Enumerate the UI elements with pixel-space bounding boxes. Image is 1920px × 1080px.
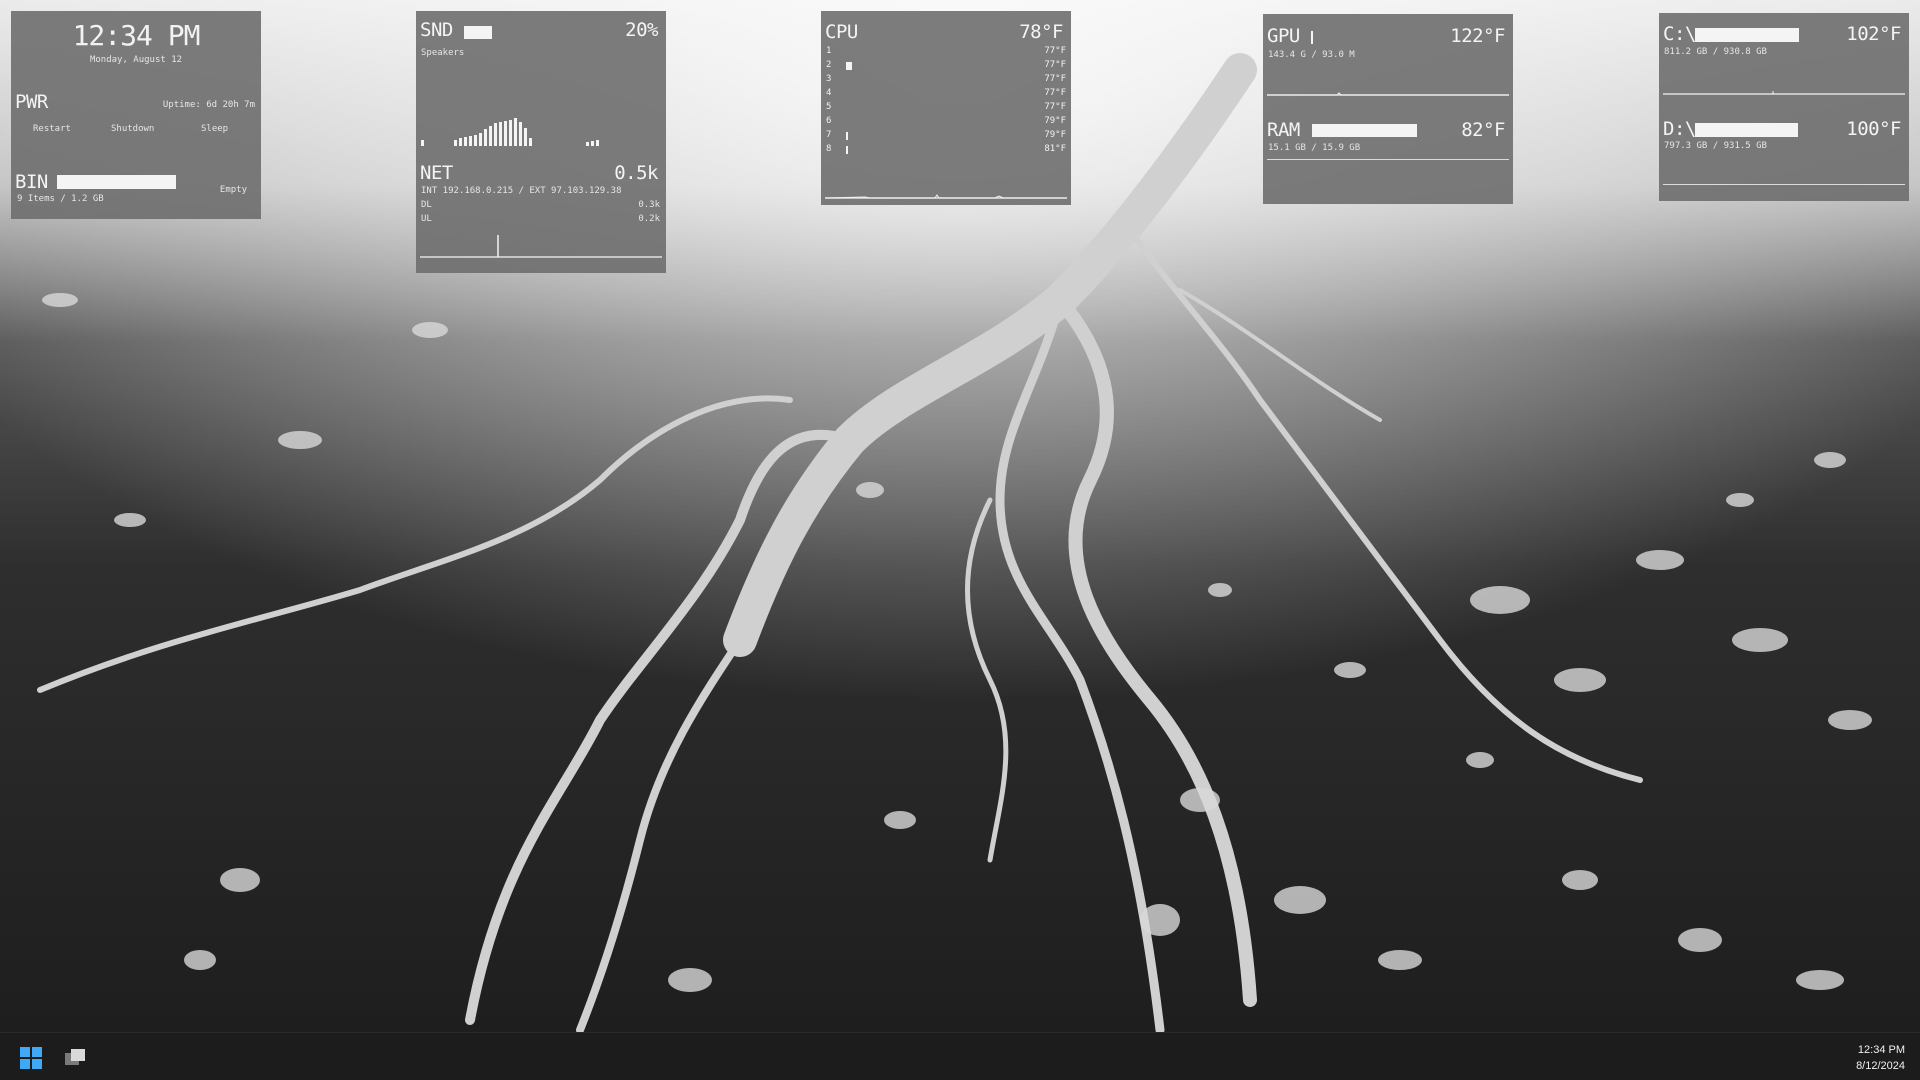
gpu-load-bar <box>1311 31 1313 44</box>
ram-usage: 15.1 GB / 15.9 GB <box>1268 143 1361 153</box>
net-title: NET <box>420 162 453 184</box>
cpu-core-row: 6 79°F <box>826 116 1066 129</box>
cpu-core-row: 7 79°F <box>826 130 1066 143</box>
clock-power-widget: 12:34 PM Monday, August 12 PWR Uptime: 6… <box>11 11 261 219</box>
bin-info: 9 Items / 1.2 GB <box>17 194 104 204</box>
cpu-core-row: 5 77°F <box>826 102 1066 115</box>
gpu-memory: 143.4 G / 93.0 M <box>1268 50 1355 60</box>
restart-button[interactable]: Restart <box>33 124 71 134</box>
cpu-graph <box>825 194 1067 199</box>
drive-c-title: C:\ <box>1663 23 1696 45</box>
sound-network-widget: SND 20% Speakers NET 0.5k INT 192.168.0.… <box>416 11 666 273</box>
bin-title: BIN <box>15 171 48 193</box>
download-value: 0.3k <box>638 200 660 210</box>
ram-usage-bar <box>1312 124 1417 137</box>
cpu-core-row: 2 77°F <box>826 60 1066 73</box>
cpu-core-number: 3 <box>826 74 832 84</box>
task-view-icon[interactable] <box>64 1047 88 1069</box>
drive-c-temp: 102°F <box>1846 23 1901 45</box>
cpu-core-number: 4 <box>826 88 832 98</box>
cpu-title: CPU <box>825 21 858 43</box>
cpu-core-load-bar <box>846 62 852 70</box>
net-rate: 0.5k <box>614 162 658 184</box>
cpu-core-row: 3 77°F <box>826 74 1066 87</box>
cpu-core-temp: 77°F <box>1044 88 1066 98</box>
volume-bar[interactable] <box>464 26 492 39</box>
cpu-core-row: 1 77°F <box>826 46 1066 59</box>
ram-title: RAM <box>1267 119 1300 141</box>
ram-temp: 82°F <box>1461 119 1505 141</box>
cpu-core-load-bar <box>846 132 848 140</box>
bin-usage-bar <box>57 175 176 189</box>
volume-percent: 20% <box>625 19 658 41</box>
shutdown-button[interactable]: Shutdown <box>111 124 154 134</box>
cpu-core-number: 2 <box>826 60 832 70</box>
uptime-label: Uptime: 6d 20h 7m <box>162 100 255 110</box>
cpu-core-list: 1 77°F 2 77°F 3 77°F 4 77°F 5 77°F 6 79°F 7 79°F 8 81°F <box>821 46 1071 166</box>
cpu-core-number: 5 <box>826 102 832 112</box>
cpu-temp: 78°F <box>1019 21 1063 43</box>
power-title: PWR <box>15 91 48 113</box>
taskbar: 12:34 PM 8/12/2024 <box>0 1032 1920 1080</box>
net-addresses: INT 192.168.0.215 / EXT 97.103.129.38 <box>421 186 622 196</box>
drive-c-usage-bar <box>1695 28 1799 42</box>
empty-bin-button[interactable]: Empty <box>220 185 247 195</box>
drives-widget: C:\ 102°F 811.2 GB / 930.8 GB D:\ 100°F … <box>1659 13 1909 201</box>
drive-d-usage-bar <box>1695 123 1798 137</box>
drive-d-graph <box>1663 184 1905 185</box>
drive-c-usage: 811.2 GB / 930.8 GB <box>1664 47 1767 57</box>
cpu-core-temp: 81°F <box>1044 144 1066 154</box>
cpu-core-load-bar <box>846 146 848 154</box>
cpu-core-temp: 77°F <box>1044 102 1066 112</box>
cpu-core-temp: 79°F <box>1044 130 1066 140</box>
taskbar-date: 8/12/2024 <box>1856 1060 1905 1072</box>
cpu-core-temp: 77°F <box>1044 60 1066 70</box>
upload-label: UL <box>421 214 432 224</box>
sound-title: SND <box>420 19 453 41</box>
taskbar-clock[interactable]: 12:34 PM 8/12/2024 <box>1856 1042 1905 1074</box>
gpu-ram-widget: GPU 122°F 143.4 G / 93.0 M RAM 82°F 15.1… <box>1263 14 1513 204</box>
sound-device: Speakers <box>421 48 465 58</box>
gpu-temp: 122°F <box>1450 25 1505 47</box>
sleep-button[interactable]: Sleep <box>201 124 228 134</box>
upload-value: 0.2k <box>638 214 660 224</box>
cpu-core-number: 8 <box>826 144 832 154</box>
drive-d-temp: 100°F <box>1846 118 1901 140</box>
clock-date: Monday, August 12 <box>89 55 183 65</box>
ram-divider <box>1267 159 1509 160</box>
cpu-core-temp: 77°F <box>1044 46 1066 56</box>
gpu-graph <box>1267 92 1509 96</box>
drive-d-usage: 797.3 GB / 931.5 GB <box>1664 141 1767 151</box>
taskbar-time: 12:34 PM <box>1857 1044 1905 1056</box>
cpu-core-number: 6 <box>826 116 832 126</box>
drive-c-graph <box>1663 91 1905 95</box>
cpu-core-row: 8 81°F <box>826 144 1066 157</box>
gpu-title: GPU <box>1267 25 1300 47</box>
cpu-widget: CPU 78°F 1 77°F 2 77°F 3 77°F 4 77°F 5 77°F 6 79°F 7… <box>821 11 1071 205</box>
cpu-core-number: 1 <box>826 46 832 56</box>
cpu-core-number: 7 <box>826 130 832 140</box>
cpu-core-row: 4 77°F <box>826 88 1066 101</box>
download-label: DL <box>421 200 432 210</box>
audio-visualizer <box>421 118 599 146</box>
network-graph <box>420 235 662 258</box>
cpu-core-temp: 79°F <box>1044 116 1066 126</box>
clock-time: 12:34 PM <box>72 19 201 52</box>
drive-d-title: D:\ <box>1663 118 1696 140</box>
cpu-core-temp: 77°F <box>1044 74 1066 84</box>
windows-start-icon[interactable] <box>20 1047 42 1069</box>
